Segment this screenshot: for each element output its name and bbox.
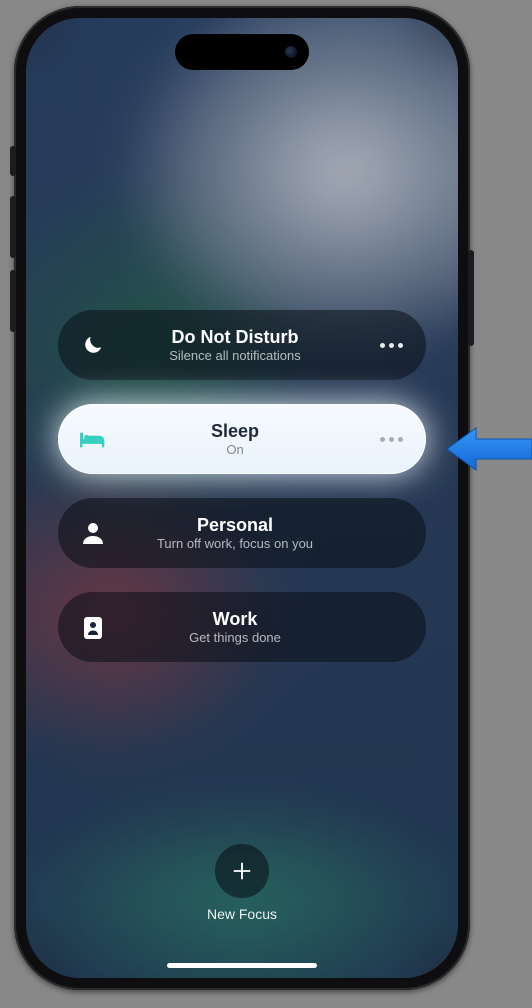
more-options-button[interactable] [374,422,408,456]
focus-item-text: Personal Turn off work, focus on you [96,515,374,552]
more-options-spacer [374,516,408,550]
focus-item-subtitle: On [96,442,374,457]
focus-item-text: Sleep On [96,421,374,458]
new-focus-button[interactable]: New Focus [207,844,277,922]
focus-item-do-not-disturb[interactable]: Do Not Disturb Silence all notifications [58,310,426,380]
new-focus-label: New Focus [207,906,277,922]
focus-item-personal[interactable]: Personal Turn off work, focus on you [58,498,426,568]
screen: Do Not Disturb Silence all notifications… [26,18,458,978]
iphone-device-frame: Do Not Disturb Silence all notifications… [14,6,470,990]
ellipsis-icon [380,343,403,348]
annotation-arrow [446,427,532,471]
more-options-spacer [374,610,408,644]
volume-up-button [10,196,16,258]
ellipsis-icon [380,437,403,442]
focus-item-work[interactable]: Work Get things done [58,592,426,662]
focus-item-subtitle: Turn off work, focus on you [96,536,374,551]
more-options-button[interactable] [374,328,408,362]
focus-item-subtitle: Get things done [96,630,374,645]
focus-item-title: Personal [96,515,374,536]
focus-item-text: Do Not Disturb Silence all notifications [96,327,374,364]
focus-item-text: Work Get things done [96,609,374,646]
dynamic-island [175,34,309,70]
focus-item-subtitle: Silence all notifications [96,348,374,363]
focus-mode-list: Do Not Disturb Silence all notifications… [58,310,426,662]
focus-item-sleep[interactable]: Sleep On [58,404,426,474]
mute-switch [10,146,16,176]
focus-item-title: Sleep [96,421,374,442]
focus-item-title: Work [96,609,374,630]
side-button [468,250,474,346]
plus-icon [215,844,269,898]
volume-down-button [10,270,16,332]
home-indicator[interactable] [167,963,317,968]
focus-item-title: Do Not Disturb [96,327,374,348]
